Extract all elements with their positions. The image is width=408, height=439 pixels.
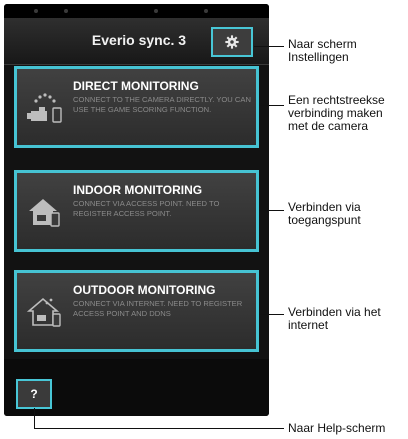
card-description: CONNECT VIA ACCESS POINT. NEED TO REGIST… [73,199,220,218]
direct-monitoring-button[interactable]: DIRECT MONITORING CONNECT TO THE CAMERA … [14,66,259,148]
annotation-direct: Een rechtstreekse verbinding maken met de … [288,93,385,133]
phone-screen: Everio sync. 3 DIRECT MONITORING CONNECT… [4,4,269,416]
gear-icon [225,35,239,49]
callout-line-settings [254,46,284,47]
callout-line-help-h [34,428,284,429]
annotation-outdoor: Verbinden via het internet [288,305,381,332]
house-icon [29,199,60,227]
card-title: INDOOR MONITORING [73,183,203,197]
card-description: CONNECT TO THE CAMERA DIRECTLY. YOU CAN … [73,95,251,114]
callout-line-outdoor [259,314,284,315]
app-title: Everio sync. 3 [91,32,187,48]
card-title: DIRECT MONITORING [73,79,199,93]
callout-line-direct [259,105,284,106]
help-button[interactable]: ? [16,379,52,409]
status-bar [4,4,269,18]
card-description: CONNECT VIA INTERNET. NEED TO REGISTER A… [73,299,243,318]
annotation-help: Naar Help-scherm [288,421,386,435]
annotation-settings: Naar scherm Instellingen [288,37,357,64]
house-internet-icon [26,297,61,327]
callout-line-indoor [259,210,284,211]
annotation-indoor: Verbinden via toegangspunt [288,200,361,227]
settings-button[interactable] [211,27,253,57]
camera-phone-icon [27,93,62,123]
title-bar: Everio sync. 3 [4,18,269,65]
outdoor-monitoring-button[interactable]: OUTDOOR MONITORING CONNECT VIA INTERNET.… [14,270,259,352]
indoor-monitoring-button[interactable]: INDOOR MONITORING CONNECT VIA ACCESS POI… [14,170,259,252]
card-title: OUTDOOR MONITORING [73,283,216,297]
callout-line-help-v [34,408,35,428]
